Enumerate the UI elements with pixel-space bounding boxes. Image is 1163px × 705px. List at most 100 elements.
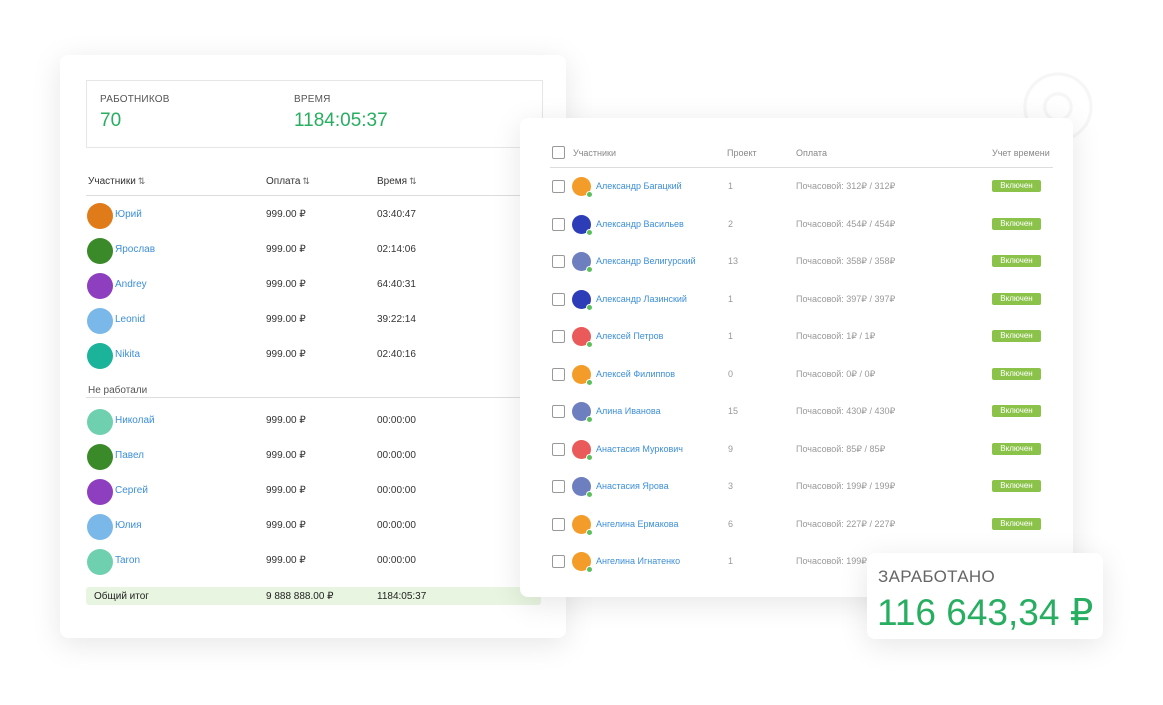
participant-name[interactable]: Александр Велигурский bbox=[596, 256, 696, 266]
time-value: 02:40:16 bbox=[377, 349, 416, 360]
time-value: 00:00:00 bbox=[377, 555, 416, 566]
participant-name[interactable]: Andrey bbox=[115, 279, 147, 290]
project-count: 2 bbox=[728, 218, 734, 229]
participants-card: Участники Проект Оплата Учет времени Але… bbox=[520, 118, 1073, 597]
sort-icon: ⇅ bbox=[137, 176, 146, 186]
row-checkbox[interactable] bbox=[552, 480, 565, 493]
payment-value: 999.00 ₽ bbox=[266, 279, 306, 290]
online-status-icon bbox=[586, 416, 593, 423]
column-payment[interactable]: Оплата bbox=[796, 148, 827, 158]
participant-name[interactable]: Алексей Филиппов bbox=[596, 369, 675, 379]
column-project[interactable]: Проект bbox=[727, 148, 757, 158]
participant-name[interactable]: Николай bbox=[115, 415, 155, 426]
column-participants[interactable]: Участники bbox=[573, 148, 616, 158]
participant-name[interactable]: Ярослав bbox=[115, 244, 155, 255]
column-payment-label: Оплата bbox=[266, 176, 301, 187]
online-status-icon bbox=[586, 378, 593, 386]
status-badge[interactable]: Включен bbox=[992, 180, 1041, 192]
table-row: Алексей Петров 1 Почасовой: 1₽ / 1₽ Включен bbox=[550, 318, 1053, 355]
row-checkbox[interactable] bbox=[552, 330, 565, 343]
table-row: Анастасия Ярова 3 Почасовой: 199₽ / 199₽ Вк… bbox=[550, 468, 1053, 505]
status-badge[interactable]: Включен bbox=[992, 517, 1041, 530]
sort-icon: ⇅ bbox=[409, 176, 417, 186]
status-badge[interactable]: Включен bbox=[992, 292, 1041, 305]
column-time[interactable]: Время ⇅ bbox=[377, 176, 417, 187]
table-row: Юрий 999.00 ₽ 03:40:47 bbox=[86, 200, 541, 232]
status-badge[interactable]: Включен bbox=[992, 367, 1041, 380]
participant-name[interactable]: Юлия bbox=[115, 520, 142, 531]
row-checkbox[interactable] bbox=[552, 442, 565, 456]
participant-name[interactable]: Павел bbox=[115, 450, 144, 461]
table-row: Ангелина Ермакова 6 Почасовой: 227₽ / 227₽… bbox=[550, 506, 1053, 543]
participant-name[interactable]: Сергей bbox=[115, 485, 148, 496]
table-row: Павел 999.00 ₽ 00:00:00 bbox=[86, 441, 541, 473]
time-value: 00:00:00 bbox=[377, 415, 416, 426]
payment-value: 999.00 ₽ bbox=[266, 314, 306, 325]
header-divider bbox=[86, 195, 541, 196]
participant-name[interactable]: Nikita bbox=[115, 349, 140, 360]
participant-name[interactable]: Ангелина Игнатенко bbox=[596, 556, 680, 566]
table-row: Andrey 999.00 ₽ 64:40:31 bbox=[86, 270, 541, 302]
table-row: Сергей 999.00 ₽ 00:00:00 bbox=[86, 476, 541, 508]
participant-name[interactable]: Ангелина Ермакова bbox=[596, 519, 678, 529]
total-row: Общий итог 9 888 888.00 ₽ 1184:05:37 bbox=[86, 587, 541, 605]
participant-name[interactable]: Анастасия Муркович bbox=[596, 444, 683, 454]
table-row: Николай 999.00 ₽ 00:00:00 bbox=[86, 406, 541, 438]
participant-name[interactable]: Юрий bbox=[115, 209, 142, 220]
row-checkbox[interactable] bbox=[552, 292, 565, 306]
status-badge[interactable]: Включен bbox=[992, 255, 1041, 267]
earned-label: ЗАРАБОТАНО bbox=[878, 567, 995, 586]
online-status-icon bbox=[586, 228, 593, 236]
payment-value: 999.00 ₽ bbox=[266, 520, 306, 531]
participant-name[interactable]: Александр Васильев bbox=[596, 219, 684, 229]
table-row: Алина Иванова 15 Почасовой: 430₽ / 430₽ Вкл… bbox=[550, 393, 1053, 430]
online-status-icon bbox=[586, 341, 593, 348]
avatar bbox=[87, 409, 113, 435]
participant-name[interactable]: Алина Иванова bbox=[596, 406, 661, 416]
column-time-tracking[interactable]: Учет времени bbox=[992, 148, 1050, 158]
time-value: 1184:05:37 bbox=[294, 110, 388, 131]
select-all-checkbox[interactable] bbox=[552, 146, 565, 159]
participant-name[interactable]: Алексей Петров bbox=[596, 331, 663, 341]
avatar bbox=[87, 343, 113, 369]
status-badge[interactable]: Включен bbox=[992, 217, 1041, 230]
avatar bbox=[87, 273, 113, 299]
time-value: 00:00:00 bbox=[377, 485, 416, 496]
total-payment: 9 888 888.00 ₽ bbox=[266, 591, 334, 602]
payment-rate: Почасовой: 397₽ / 397₽ bbox=[796, 293, 896, 304]
summary-box: РАБОТНИКОВ 70 ВРЕМЯ 1184:05:37 bbox=[86, 80, 543, 148]
status-badge[interactable]: Включен bbox=[992, 330, 1041, 342]
project-count: 1 bbox=[728, 293, 734, 304]
table-row: Алексей Филиппов 0 Почасовой: 0₽ / 0₽ Включ… bbox=[550, 356, 1053, 393]
payment-rate: Почасовой: 454₽ / 454₽ bbox=[796, 218, 896, 229]
participant-name[interactable]: Александр Лазинский bbox=[596, 294, 687, 304]
payment-rate: Почасовой: 199₽ / 199₽ bbox=[796, 481, 896, 491]
column-participants[interactable]: Участники ⇅ bbox=[88, 176, 145, 187]
payment-value: 999.00 ₽ bbox=[266, 244, 306, 255]
table-row: Юлия 999.00 ₽ 00:00:00 bbox=[86, 511, 541, 543]
earned-value: 116 643,34 ₽ bbox=[877, 592, 1094, 633]
column-payment[interactable]: Оплата ⇅ bbox=[266, 176, 310, 187]
row-checkbox[interactable] bbox=[552, 255, 565, 268]
online-status-icon bbox=[586, 453, 593, 461]
table-row: Александр Лазинский 1 Почасовой: 397₽ / 39… bbox=[550, 281, 1053, 318]
payment-value: 999.00 ₽ bbox=[266, 349, 306, 360]
payment-value: 999.00 ₽ bbox=[266, 209, 306, 220]
participant-name[interactable]: Анастасия Ярова bbox=[596, 481, 669, 491]
row-checkbox[interactable] bbox=[552, 517, 565, 531]
status-badge[interactable]: Включен bbox=[992, 480, 1041, 492]
status-badge[interactable]: Включен bbox=[992, 405, 1041, 417]
row-checkbox[interactable] bbox=[552, 217, 565, 231]
payment-rate: Почасовой: 430₽ / 430₽ bbox=[796, 406, 896, 416]
row-checkbox[interactable] bbox=[552, 180, 565, 193]
row-checkbox[interactable] bbox=[552, 555, 565, 568]
payment-value: 999.00 ₽ bbox=[266, 450, 306, 461]
participant-name[interactable]: Taron bbox=[115, 555, 140, 566]
payment-value: 999.00 ₽ bbox=[266, 555, 306, 566]
participant-name[interactable]: Александр Багацкий bbox=[596, 181, 682, 191]
participant-name[interactable]: Leonid bbox=[115, 314, 145, 325]
status-badge[interactable]: Включен bbox=[992, 442, 1041, 455]
row-checkbox[interactable] bbox=[552, 367, 565, 381]
project-count: 3 bbox=[728, 481, 734, 491]
row-checkbox[interactable] bbox=[552, 405, 565, 418]
